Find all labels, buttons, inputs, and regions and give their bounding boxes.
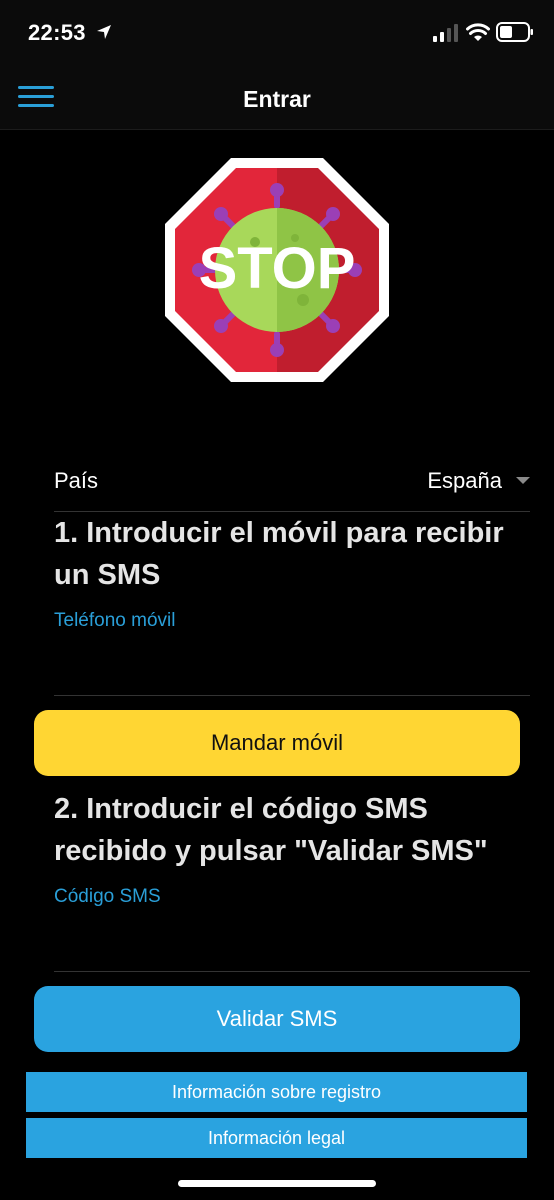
step1-title: 1. Introducir el móvil para recibir un S… xyxy=(54,517,504,591)
status-time: 22:53 xyxy=(28,20,86,45)
country-select[interactable]: España xyxy=(427,468,502,494)
send-phone-button[interactable]: Mandar móvil xyxy=(34,710,520,776)
battery-icon xyxy=(496,22,533,42)
step2-title: 2. Introducir el código SMS recibido y p… xyxy=(54,793,488,867)
page-title: Entrar xyxy=(243,86,311,112)
logo-stop-text: STOP xyxy=(199,236,356,301)
location-arrow-icon xyxy=(97,25,111,39)
country-label: País xyxy=(54,468,99,493)
phone-field[interactable]: Teléfono móvil xyxy=(54,610,530,696)
sms-code-field-label: Código SMS xyxy=(54,886,161,907)
sms-code-input[interactable] xyxy=(54,920,530,964)
legal-info-link[interactable]: Información legal xyxy=(26,1118,527,1158)
phone-input[interactable] xyxy=(54,644,530,688)
wifi-icon xyxy=(466,23,490,41)
home-indicator[interactable] xyxy=(178,1180,376,1187)
cellular-signal-icon xyxy=(433,24,458,42)
registration-info-link[interactable]: Información sobre registro xyxy=(26,1072,527,1112)
phone-field-label: Teléfono móvil xyxy=(54,610,176,631)
validate-sms-button[interactable]: Validar SMS xyxy=(34,986,520,1052)
sms-code-field[interactable]: Código SMS xyxy=(54,886,530,972)
country-row[interactable]: País España xyxy=(54,460,530,512)
status-bar: 22:53 xyxy=(0,0,554,66)
caret-down-icon[interactable] xyxy=(516,477,530,484)
nav-bar: Entrar xyxy=(0,66,554,130)
stop-virus-logo: STOP xyxy=(165,158,389,382)
